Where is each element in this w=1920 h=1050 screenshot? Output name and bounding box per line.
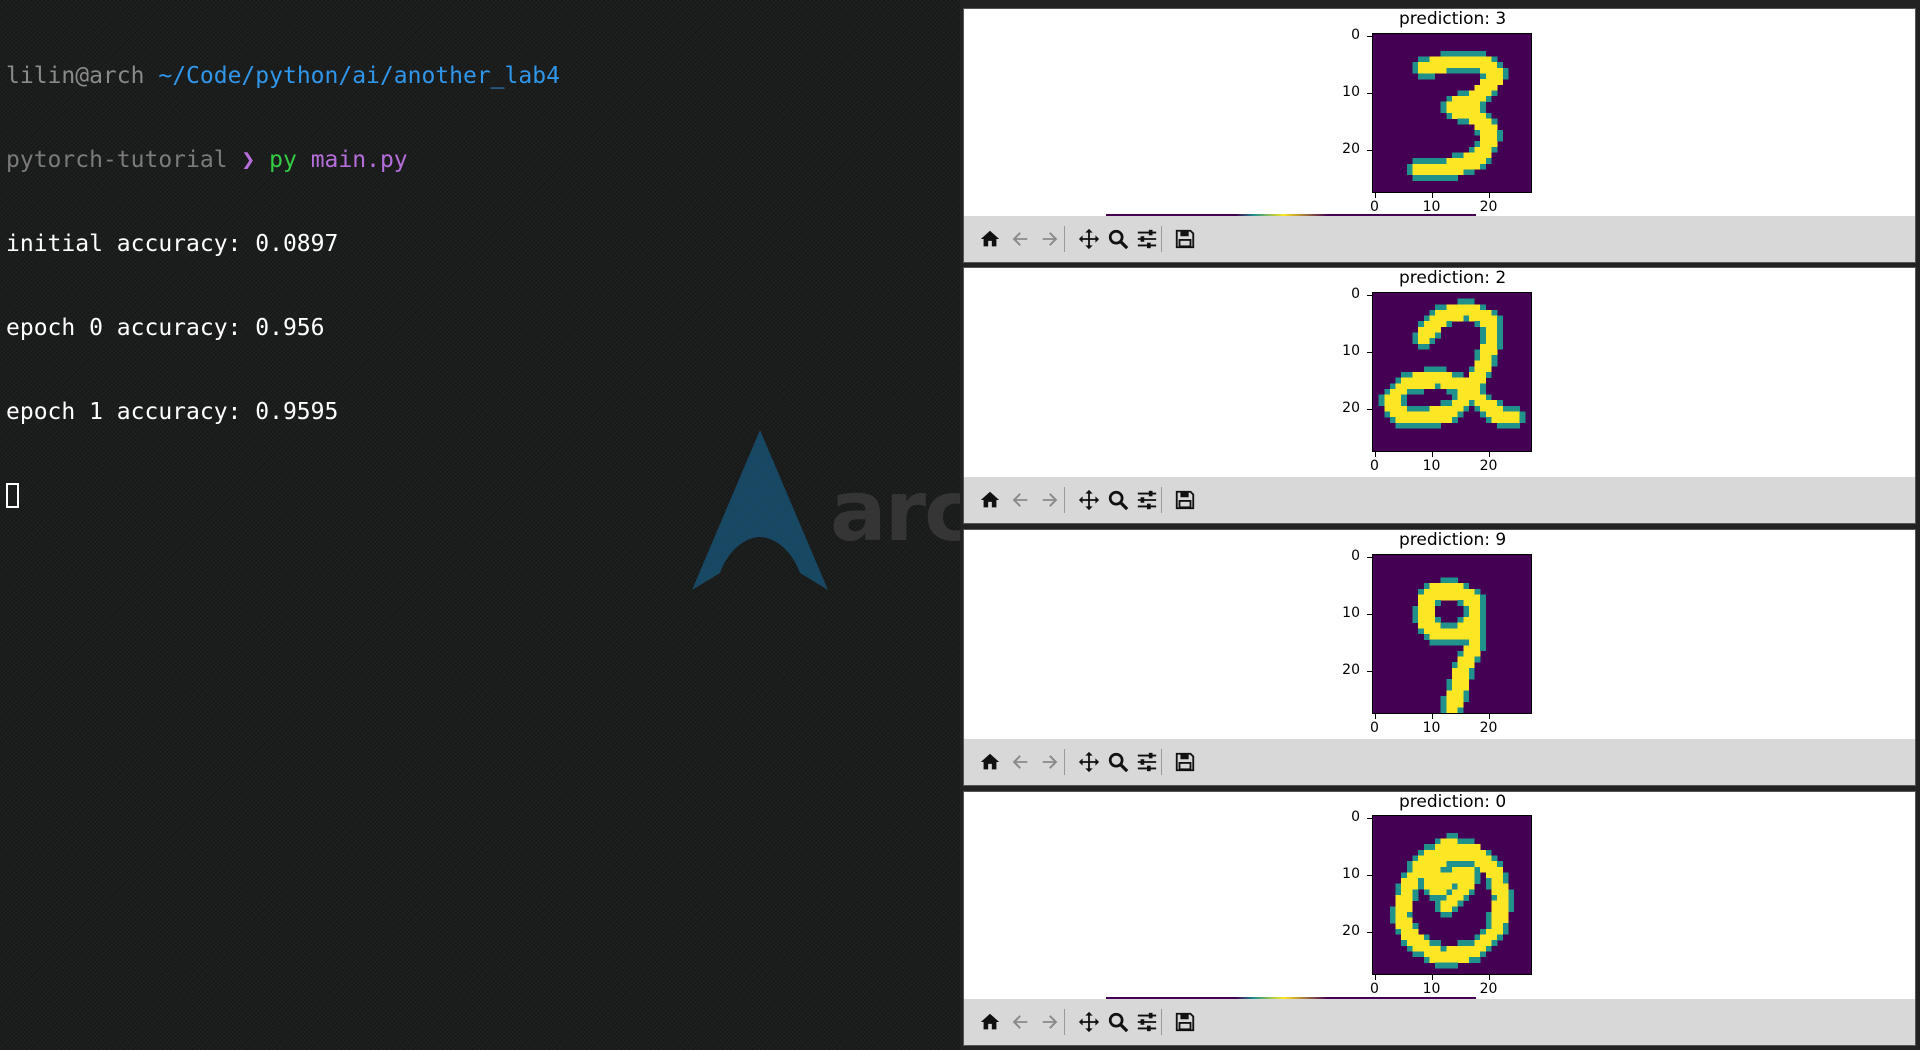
configure-subplots-icon[interactable] [1134,1009,1160,1035]
plot-window[interactable]: prediction: 0 0 10 20 0 10 20 [963,791,1916,1046]
terminal-cursor [6,483,19,508]
back-arrow-icon [1007,749,1033,775]
image-axes[interactable] [1372,554,1532,714]
x-tick-label: 20 [1474,714,1504,736]
prompt-user: lilin@arch [6,63,145,89]
x-tick-label: 0 [1360,193,1390,215]
plot-window[interactable]: prediction: 2 0 10 20 0 10 20 [963,267,1916,524]
navigation-toolbar [964,739,1915,785]
y-tick-label: 10 [1330,343,1372,359]
prompt-symbol: ❯ [241,147,256,173]
x-tick-label: 20 [1474,975,1504,997]
y-tick-label: 10 [1330,866,1372,882]
image-axes[interactable] [1372,815,1532,975]
command-arg: main.py [310,147,408,173]
plot-window[interactable]: prediction: 9 0 10 20 0 10 20 [963,529,1916,786]
x-tick-label: 20 [1474,452,1504,474]
output-line: epoch 1 accuracy: 0.9595 [6,399,339,425]
plot-title: prediction: 9 [1399,530,1507,550]
x-tick-label: 10 [1417,975,1447,997]
zoom-icon[interactable] [1105,226,1131,252]
y-tick-label: 20 [1330,923,1372,939]
x-tick-label: 0 [1360,452,1390,474]
toolbar-separator [1161,749,1162,775]
pan-icon[interactable] [1076,226,1102,252]
x-tick-label: 10 [1417,193,1447,215]
x-tick-label: 0 [1360,714,1390,736]
zoom-icon[interactable] [1105,749,1131,775]
plot-window[interactable]: prediction: 3 0 10 20 0 10 20 [963,8,1916,263]
zoom-icon[interactable] [1105,487,1131,513]
y-tick-label: 20 [1330,400,1372,416]
cursor-line [6,482,560,510]
y-tick-label: 20 [1330,141,1372,157]
forward-arrow-icon [1037,487,1063,513]
y-tick-label: 20 [1330,662,1372,678]
home-icon[interactable] [977,226,1003,252]
home-icon[interactable] [977,749,1003,775]
plot-title: prediction: 3 [1399,9,1507,29]
toolbar-separator [1161,487,1162,513]
save-icon[interactable] [1172,226,1198,252]
y-tick-label: 10 [1330,84,1372,100]
back-arrow-icon [1007,226,1033,252]
prompt-line: lilin@arch ~/Code/python/ai/another_lab4 [6,62,560,90]
plot-title: prediction: 0 [1399,792,1507,812]
zoom-icon[interactable] [1105,1009,1131,1035]
image-axes[interactable] [1372,33,1532,193]
x-tick-label: 10 [1417,714,1447,736]
navigation-toolbar [964,999,1915,1045]
back-arrow-icon [1007,487,1033,513]
x-tick-label: 20 [1474,193,1504,215]
pan-icon[interactable] [1076,487,1102,513]
home-icon[interactable] [977,1009,1003,1035]
toolbar-separator [1161,1009,1162,1035]
plot-title: prediction: 2 [1399,268,1507,288]
pan-icon[interactable] [1076,749,1102,775]
image-axes[interactable] [1372,292,1532,452]
output-line: epoch 0 accuracy: 0.956 [6,315,325,341]
prompt-venv: pytorch-tutorial [6,147,228,173]
y-tick-label: 0 [1330,548,1372,564]
home-icon[interactable] [977,487,1003,513]
save-icon[interactable] [1172,749,1198,775]
terminal-window[interactable]: arch linux lilin@arch ~/Code/python/ai/a… [0,0,960,1050]
prompt-path: ~/Code/python/ai/another_lab4 [158,63,560,89]
save-icon[interactable] [1172,487,1198,513]
navigation-toolbar [964,216,1915,262]
navigation-toolbar [964,477,1915,523]
forward-arrow-icon [1037,226,1063,252]
x-tick-label: 0 [1360,975,1390,997]
y-tick-label: 0 [1330,809,1372,825]
arch-logo-text: arch [830,462,960,560]
back-arrow-icon [1007,1009,1033,1035]
command-name: py [269,147,297,173]
pan-icon[interactable] [1076,1009,1102,1035]
digit-image [1373,293,1531,451]
output-line: initial accuracy: 0.0897 [6,231,339,257]
y-tick-label: 10 [1330,605,1372,621]
toolbar-separator [1064,226,1065,252]
y-tick-label: 0 [1330,27,1372,43]
x-tick-label: 10 [1417,452,1447,474]
forward-arrow-icon [1037,1009,1063,1035]
command-line: pytorch-tutorial ❯ py main.py [6,146,560,174]
y-tick-label: 0 [1330,286,1372,302]
configure-subplots-icon[interactable] [1134,226,1160,252]
configure-subplots-icon[interactable] [1134,487,1160,513]
forward-arrow-icon [1037,749,1063,775]
toolbar-separator [1161,226,1162,252]
digit-image [1373,555,1531,713]
toolbar-separator [1064,749,1065,775]
digit-image [1373,816,1531,974]
toolbar-separator [1064,1009,1065,1035]
toolbar-separator [1064,487,1065,513]
save-icon[interactable] [1172,1009,1198,1035]
terminal-output[interactable]: lilin@arch ~/Code/python/ai/another_lab4… [6,6,560,566]
configure-subplots-icon[interactable] [1134,749,1160,775]
digit-image [1373,34,1531,192]
